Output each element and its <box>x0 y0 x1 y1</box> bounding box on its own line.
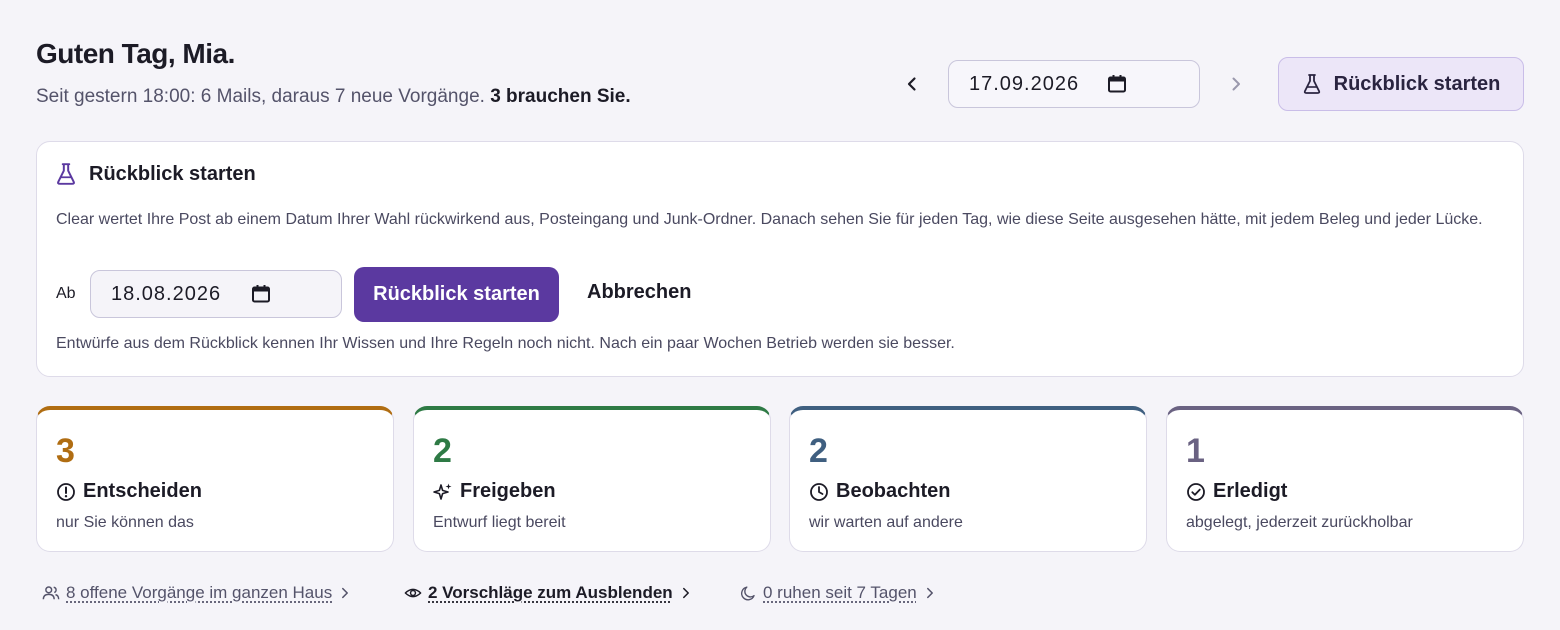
start-retro-top-label: Rückblick starten <box>1333 72 1501 95</box>
cancel-button[interactable]: Abbrechen <box>587 281 691 304</box>
calendar-icon[interactable] <box>251 284 271 304</box>
card-freigeben[interactable]: 2 Freigeben Entwurf liegt bereit <box>413 406 771 552</box>
summary-text: Seit gestern 18:00: 6 Mails, daraus 7 ne… <box>36 86 485 107</box>
card-sub: abgelegt, jederzeit zurückholbar <box>1186 514 1413 531</box>
card-sub: wir warten auf andere <box>809 514 963 531</box>
card-erledigt[interactable]: 1 Erledigt abgelegt, jederzeit zurückhol… <box>1166 406 1524 552</box>
retro-panel-header: Rückblick starten <box>55 162 256 186</box>
retro-panel-title: Rückblick starten <box>89 162 256 185</box>
chevron-right-icon <box>682 587 689 599</box>
resting-cases-link-text: 0 ruhen seit 7 Tagen <box>763 583 917 602</box>
prev-day-button[interactable] <box>898 70 926 98</box>
card-count: 2 <box>809 432 828 470</box>
from-date-label: Ab <box>56 285 76 302</box>
chevron-right-icon <box>926 587 933 599</box>
card-entscheiden[interactable]: 3 Entscheiden nur Sie können das <box>36 406 394 552</box>
retro-panel: Rückblick starten Clear wertet Ihre Post… <box>36 141 1524 377</box>
card-sub: nur Sie können das <box>56 514 194 531</box>
card-label-text: Freigeben <box>460 480 556 502</box>
clock-icon <box>810 482 828 501</box>
card-label-text: Erledigt <box>1213 480 1288 502</box>
from-date-input[interactable]: 18.08.2026 <box>90 270 342 318</box>
from-date-value: 18.08.2026 <box>111 282 222 305</box>
card-count: 2 <box>433 432 452 470</box>
card-sub: Entwurf liegt bereit <box>433 514 566 531</box>
next-day-button[interactable] <box>1222 70 1250 98</box>
check-circle-icon <box>1187 482 1205 501</box>
card-label: Freigeben <box>433 480 556 503</box>
start-retro-top-button[interactable]: Rückblick starten <box>1278 57 1524 111</box>
card-label: Erledigt <box>1186 480 1287 503</box>
current-date-value: 17.09.2026 <box>969 72 1080 95</box>
card-count: 3 <box>56 432 75 470</box>
sparkles-icon <box>433 483 452 500</box>
card-label: Entscheiden <box>56 480 202 503</box>
card-label-text: Entscheiden <box>83 480 202 502</box>
hide-suggestions-link-text: 2 Vorschläge zum Ausblenden <box>428 583 673 602</box>
flask-icon <box>57 163 75 185</box>
card-count: 1 <box>1186 432 1205 470</box>
chevron-right-icon <box>342 587 349 599</box>
users-icon <box>42 586 60 600</box>
chevron-right-icon <box>1232 77 1240 91</box>
card-label: Beobachten <box>809 480 950 503</box>
retro-panel-description: Clear wertet Ihre Post ab einem Datum Ih… <box>56 211 1483 228</box>
retro-panel-hint: Entwürfe aus dem Rückblick kennen Ihr Wi… <box>56 335 955 352</box>
resting-cases-link[interactable]: 0 ruhen seit 7 Tagen <box>740 583 937 603</box>
current-date-input[interactable]: 17.09.2026 <box>948 60 1200 108</box>
flask-icon <box>1303 74 1320 94</box>
open-cases-link[interactable]: 8 offene Vorgänge im ganzen Haus <box>42 583 352 603</box>
open-cases-link-text: 8 offene Vorgänge im ganzen Haus <box>66 583 333 602</box>
start-retro-button[interactable]: Rückblick starten <box>354 267 559 322</box>
summary-emphasis: 3 brauchen Sie. <box>490 86 631 107</box>
hide-suggestions-link[interactable]: 2 Vorschläge zum Ausblenden <box>404 583 693 603</box>
greeting-title: Guten Tag, Mia. <box>36 38 235 69</box>
card-beobachten[interactable]: 2 Beobachten wir warten auf andere <box>789 406 1147 552</box>
eye-icon <box>404 588 422 598</box>
alert-circle-icon <box>57 482 75 501</box>
card-label-text: Beobachten <box>836 480 951 502</box>
calendar-icon[interactable] <box>1107 74 1127 94</box>
greeting-summary: Seit gestern 18:00: 6 Mails, daraus 7 ne… <box>36 86 631 108</box>
chevron-left-icon <box>907 77 916 91</box>
moon-icon <box>741 585 755 600</box>
